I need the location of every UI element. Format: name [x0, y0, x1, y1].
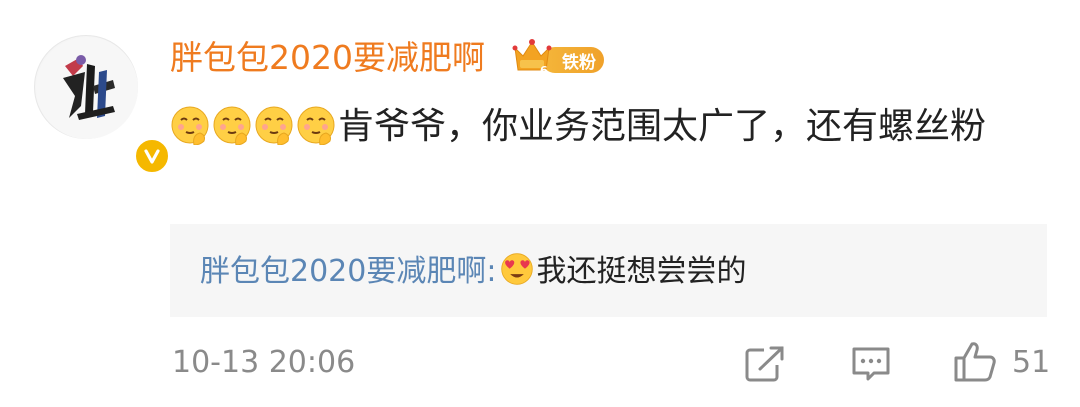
comment-username[interactable]: 胖包包2020要减肥啊 — [170, 36, 485, 80]
comment-icon[interactable] — [850, 345, 892, 383]
reply-username[interactable]: 胖包包2020要减肥啊: — [200, 254, 496, 289]
reply-text: 我还挺想尝尝的 — [536, 254, 747, 289]
fan-badge-label: 铁粉 — [562, 52, 596, 73]
thinking-emoji-icon — [171, 106, 209, 145]
comment-timestamp: 10-13 20:06 — [172, 345, 356, 380]
share-icon[interactable] — [744, 345, 786, 383]
avatar[interactable] — [34, 35, 171, 175]
comment-body: 肯爷爷，你业务范围太广了，还有螺丝粉 — [170, 98, 1020, 156]
thinking-emoji-icon — [297, 106, 335, 145]
thinking-emoji-icon — [255, 106, 293, 145]
fan-badge-level: 6 — [540, 64, 548, 77]
thinking-emoji-icon — [213, 106, 251, 145]
heart-eyes-emoji-icon — [501, 253, 534, 285]
emoji-group — [170, 106, 338, 147]
like-icon[interactable] — [952, 340, 998, 384]
like-count: 51 — [1012, 345, 1051, 380]
reply-preview[interactable]: 胖包包2020要减肥啊: 我还挺想尝尝的 — [170, 224, 1047, 317]
comment-text: 肯爷爷，你业务范围太广了，还有螺丝粉 — [338, 106, 987, 147]
fan-badge[interactable]: 铁粉 6 — [512, 36, 604, 77]
avatar-calligraphy-image — [36, 37, 138, 139]
verified-badge-icon — [133, 137, 171, 175]
